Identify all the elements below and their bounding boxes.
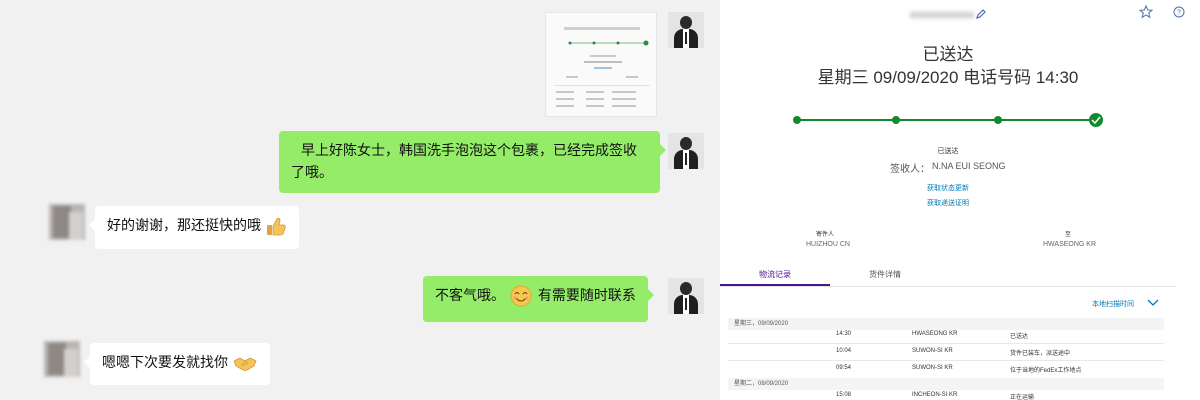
message-bubble-right: 早上好陈女士，韩国洗手泡泡这个包裹，已经完成签收了哦。: [279, 131, 666, 193]
progress-track: [793, 113, 1103, 127]
event-time: 14:30: [836, 331, 852, 337]
delivery-status-title: 已送达: [922, 45, 974, 64]
tracking-screenshot-thumbnail: [554, 27, 650, 107]
receiver-label: 签收人：: [890, 164, 930, 175]
progress-step: [994, 116, 1002, 124]
chat-panel: 早上好陈女士，韩国洗手泡泡这个包裹，已经完成签收了哦。 好的谢谢，那还挺快的哦 …: [0, 0, 720, 400]
receiver-name: N.NA EUI SEONG: [932, 161, 1006, 171]
smiling-face-icon: [510, 285, 532, 307]
event-description: 已送达: [1010, 334, 1029, 340]
delivery-datetime: 星期三 09/09/2020 电话号码 14:30: [817, 68, 1079, 87]
event-description: 货件已装车，派送途中: [1010, 351, 1071, 357]
tabs-divider: [720, 286, 1176, 287]
sender-avatar[interactable]: [668, 278, 704, 314]
contact-avatar[interactable]: [49, 204, 85, 240]
tab-shipment-facts[interactable]: 货件详情: [830, 264, 940, 286]
tracking-number-redacted: [910, 12, 974, 18]
get-status-updates-link[interactable]: 获取状态更新: [720, 183, 1176, 193]
message-text-part: 有需要随时联系: [537, 288, 636, 304]
sender-avatar[interactable]: [668, 12, 704, 48]
chevron-down-icon[interactable]: [1146, 298, 1160, 308]
event-location: SUWON-SI KR: [912, 348, 953, 354]
contact-avatar[interactable]: [44, 341, 80, 377]
event-location: INCHEON-SI KR: [912, 392, 958, 398]
event-time: 15:08: [836, 392, 852, 398]
edit-pencil-icon[interactable]: [975, 8, 987, 20]
event-time: 09:54: [836, 365, 852, 371]
event-location: SUWON-SI KR: [912, 365, 953, 371]
event-description: 正在运输: [1010, 395, 1035, 400]
event-time: 10:04: [836, 348, 852, 354]
svg-text:?: ?: [1177, 10, 1181, 17]
from-city: HUIZHOU CN: [806, 241, 850, 248]
from-label: 寄件人: [816, 232, 835, 238]
local-scan-time-toggle[interactable]: 本地扫描时间: [1092, 299, 1134, 309]
tab-travel-history[interactable]: 物流记录: [720, 264, 830, 286]
message-bubble-left: 嗯嗯下次要发就找你: [83, 343, 271, 385]
tracking-panel: ? 已送达 星期三 09/09/2020 电话号码 14:30 已送达 签收人：…: [720, 0, 1200, 400]
message-bubble-left: 好的谢谢，那还挺快的哦: [88, 206, 300, 249]
progress-step: [892, 116, 900, 124]
get-proof-of-delivery-link[interactable]: 获取递送证明: [720, 198, 1176, 208]
history-date-header: 星期三，09/09/2020: [728, 318, 1164, 330]
message-text: 嗯嗯下次要发就找你: [102, 355, 228, 371]
sender-avatar[interactable]: [668, 133, 704, 169]
handshake-icon: [233, 357, 257, 371]
message-bubble-right: 不客气哦。 有需要随时联系: [423, 276, 654, 322]
history-date-header: 星期二，08/09/2020: [728, 378, 1164, 390]
to-city: HWASEONG KR: [1043, 241, 1097, 248]
progress-step: [793, 116, 801, 124]
status-small: 已送达: [937, 148, 959, 155]
message-text-part: 不客气哦。: [435, 288, 505, 304]
star-icon[interactable]: [1139, 5, 1153, 19]
event-location: HWASEONG KR: [912, 331, 958, 337]
screenshot-image-message[interactable]: [545, 12, 657, 117]
message-text: 好的谢谢，那还挺快的哦: [107, 218, 261, 234]
event-description: 位于当地的FedEx工作地点: [1010, 368, 1082, 374]
message-text: 早上好陈女士，韩国洗手泡泡这个包裹，已经完成签收了哦。: [291, 143, 637, 181]
help-icon[interactable]: ?: [1173, 6, 1185, 18]
to-label: 至: [1065, 232, 1072, 238]
progress-step-final: [1089, 113, 1103, 127]
thumbs-up-icon: [267, 217, 287, 236]
